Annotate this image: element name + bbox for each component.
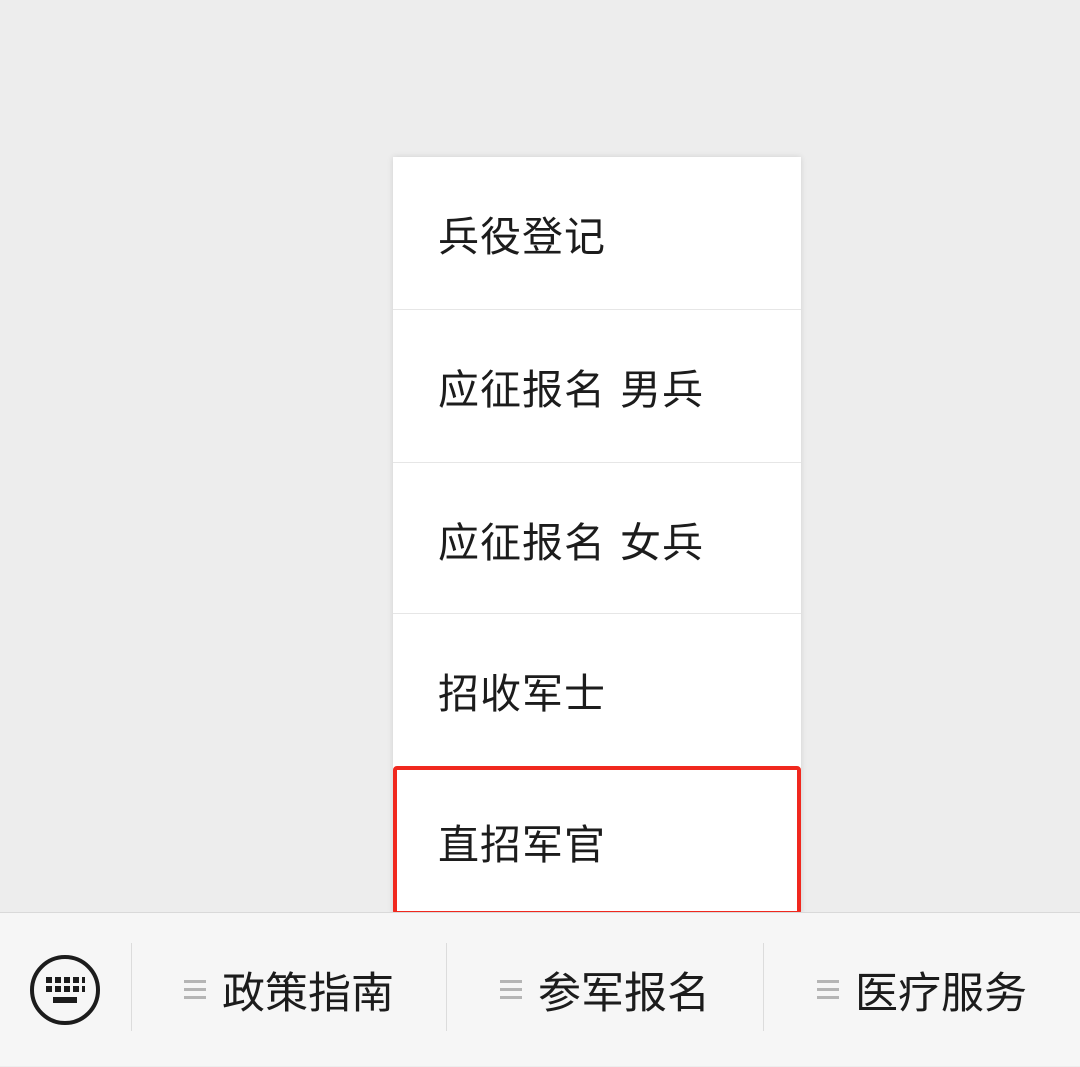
menu-item-label: 招收军士 [438,670,606,718]
menu-item-label: 直招军官 [438,820,606,869]
menu-button-label: 参军报名 [538,969,710,1019]
menu-button-policy-guide[interactable]: 政策指南 [132,913,446,1067]
menu-item-direct-officer-recruitment[interactable]: 直招军官 [393,766,801,915]
keyboard-icon [30,955,100,1025]
menu-item-military-service-registration[interactable]: 兵役登记 [393,157,801,309]
menu-button-medical-services[interactable]: 医疗服务 [764,913,1080,1067]
menu-item-label: 应征报名 男兵 [438,366,705,414]
keyboard-toggle-button[interactable] [28,953,102,1027]
menu-item-nco-recruitment[interactable]: 招收军士 [393,614,801,766]
hamburger-icon [184,980,206,1000]
hamburger-icon [817,980,839,1000]
menu-item-label: 兵役登记 [438,213,606,261]
bottom-menu-bar: 政策指南 参军报名 医疗服务 [0,912,1080,1066]
submenu-popup: 兵役登记 应征报名 男兵 应征报名 女兵 招收军士 直招军官 [393,157,801,915]
menu-button-label: 政策指南 [222,969,394,1019]
menu-button-enlistment[interactable]: 参军报名 [447,913,763,1067]
menu-item-label: 应征报名 女兵 [438,519,705,567]
menu-button-label: 医疗服务 [855,969,1027,1019]
menu-item-female-enlistment[interactable]: 应征报名 女兵 [393,463,801,615]
hamburger-icon [500,980,522,1000]
menu-item-male-enlistment[interactable]: 应征报名 男兵 [393,310,801,462]
